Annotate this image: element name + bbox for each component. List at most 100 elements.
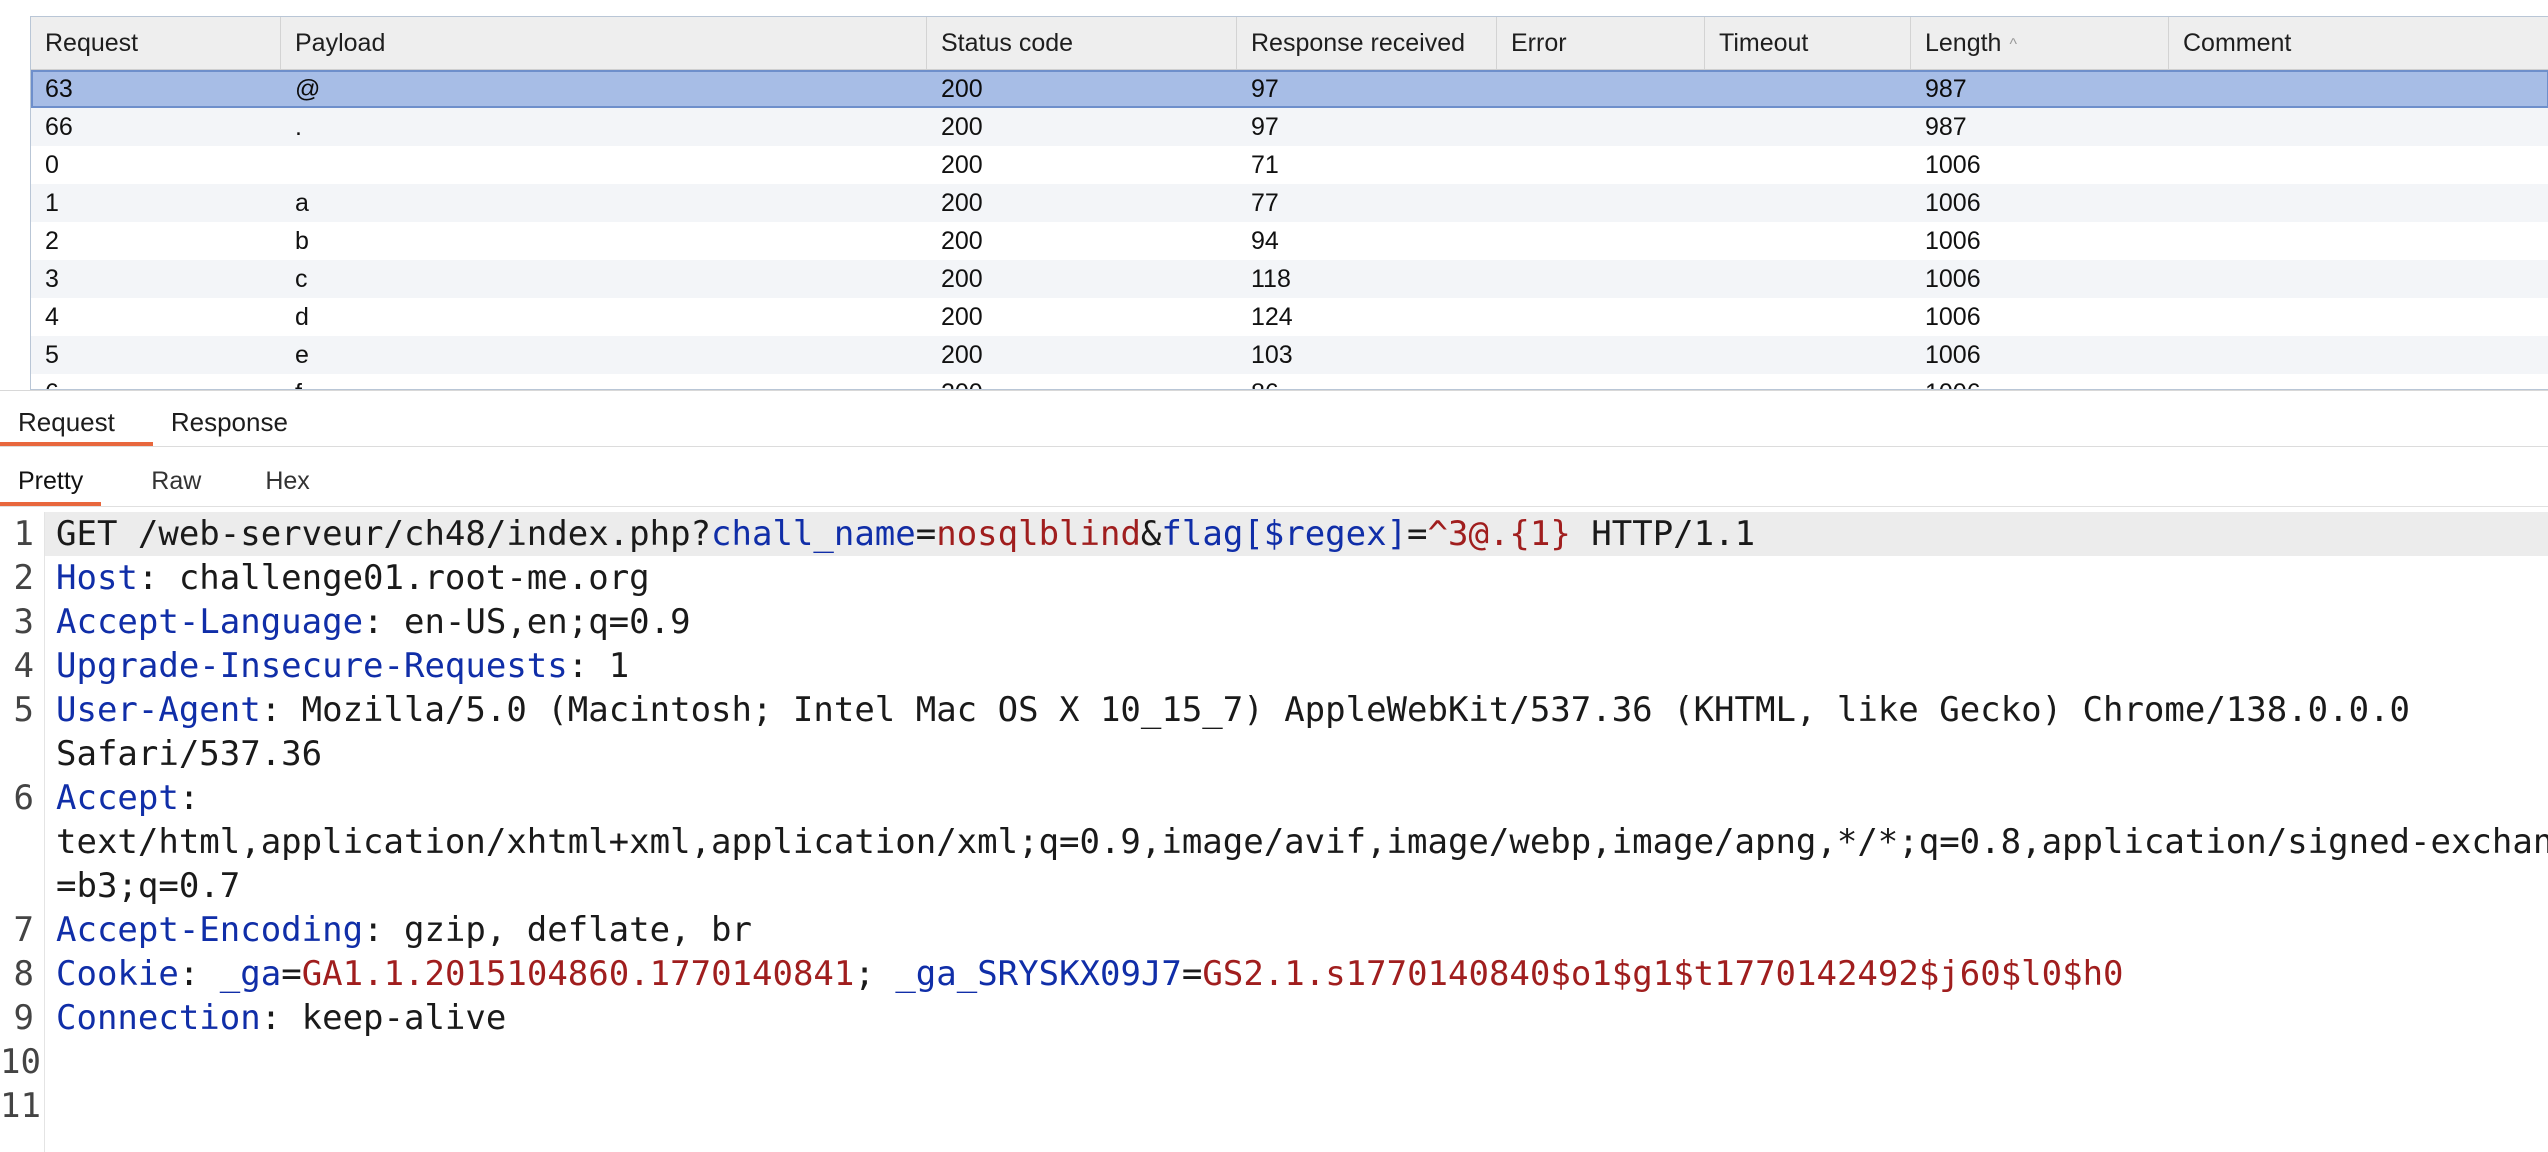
cell-status-code: 200 [941,113,983,141]
column-header-label: Status code [941,29,1074,57]
cell-comment [2169,298,2548,336]
column-header-request[interactable]: Request [31,17,281,69]
code-line[interactable]: Accept: [56,776,199,820]
token-text: = [915,514,937,554]
column-header-status-code[interactable]: Status code [927,17,1237,69]
cell-response-received: 71 [1251,151,1279,179]
line-number: 6 [13,778,34,818]
tab-raw[interactable]: Raw [133,456,219,506]
cell-status-code: 200 [941,303,983,331]
code-line[interactable]: Accept-Language: en-US,en;q=0.9 [56,600,691,644]
token-text: GET /web-serveur/ch48/index.php? [56,514,712,554]
code-line[interactable]: Cookie: _ga=GA1.1.2015104860.1770140841;… [56,952,2124,996]
cell-request: 0 [45,151,59,179]
cell-length: 1006 [1925,189,1981,217]
code-line[interactable]: Connection: keep-alive [56,996,506,1040]
column-header-response-received[interactable]: Response received [1237,17,1497,69]
cell-response-received: 86 [1237,374,1497,389]
table-row[interactable]: 4 d 200 124 1006 [31,298,2548,336]
cell-length: 1006 [1925,151,1981,179]
cell-payload: . [295,113,302,141]
table-row[interactable]: 6f20086 1006 [31,374,2548,389]
tab-pretty[interactable]: Pretty [0,456,102,506]
token-key: Cookie [56,954,179,994]
sort-ascending-icon: ^ [2009,36,2017,53]
line-number: 5 [13,690,34,730]
cell-comment [2169,108,2548,146]
cell-status-code: 200 [941,265,983,293]
token-value: ^3@.{1} [1427,514,1571,554]
token-key: Accept-Language [56,602,364,642]
code-line[interactable]: Upgrade-Insecure-Requests: 1 [56,644,629,688]
token-key: Connection [56,998,261,1038]
token-text: Safari/537.36 [56,734,323,774]
line-number: 10 [0,1042,41,1082]
token-value: GA1.1.2015104860.1770140841 [301,954,855,994]
token-key: chall_name [711,514,916,554]
table-row[interactable]: 2 b 200 94 1006 [31,222,2548,260]
message-tabs: Request Response [0,398,306,446]
cell-response-received: 118 [1251,265,1291,293]
token-value: GS2.1.s1770140840$o1$g1$t1770142492$j60$… [1202,954,2124,994]
cell-request: 66 [45,113,73,141]
cell-comment [2169,222,2548,260]
subtabs-divider [0,506,2548,507]
token-text: : keep-alive [260,998,507,1038]
line-number: 1 [13,514,34,554]
view-mode-tabs: Pretty Raw Hex [0,456,356,506]
intruder-results-table[interactable]: Request Payload Status code Response receiv… [30,16,2548,390]
cell-payload: e [295,341,309,369]
token-text: = [1181,954,1203,994]
tab-response[interactable]: Response [153,398,306,446]
table-row[interactable]: 3 c 200 118 1006 [31,260,2548,298]
table-row[interactable]: 66. 200 97 987 [31,108,2548,146]
cell-length: 1006 [1911,374,2169,389]
code-line[interactable]: text/html,application/xhtml+xml,applicat… [56,820,2548,864]
cell-payload: a [295,189,309,217]
token-text: = [1407,514,1428,554]
cell-payload: c [295,265,308,293]
line-number: 2 [13,558,34,598]
cell-timeout [1705,108,1911,146]
token-key: _ga_SRYSKX09J7 [895,954,1182,994]
cell-response-received: 103 [1251,341,1293,369]
table-row[interactable]: 5 e 200 103 1006 [31,336,2548,374]
cell-payload [281,146,927,184]
table-row[interactable]: 0 200 71 1006 [31,146,2548,184]
column-header-label: Payload [295,29,386,57]
column-header-payload[interactable]: Payload [281,17,927,69]
cell-timeout [1705,222,1911,260]
column-header-length[interactable]: Length ^ [1911,17,2169,69]
code-line[interactable]: GET /web-serveur/ch48/index.php?chall_na… [56,512,1755,556]
cell-comment [2169,146,2548,184]
column-header-error[interactable]: Error [1497,17,1705,69]
token-key: Host [56,558,138,598]
cell-timeout [1705,70,1911,108]
code-line[interactable]: Accept-Encoding: gzip, deflate, br [56,908,752,952]
table-row[interactable]: 63 @200 97 987 [31,70,2548,108]
tab-request[interactable]: Request [0,398,153,446]
token-text: : en-US,en;q=0.9 [363,602,691,642]
cell-request: 63 [45,75,73,103]
cell-request: 6 [31,374,281,389]
table-row[interactable]: 1 a 200 77 1006 [31,184,2548,222]
code-line[interactable]: Safari/537.36 [56,732,322,776]
cell-request: 3 [45,265,59,293]
cell-comment [2169,336,2548,374]
token-text: & [1140,514,1162,554]
code-line[interactable]: Host: challenge01.root-me.org [56,556,650,600]
cell-payload: d [295,303,309,331]
code-line[interactable]: User-Agent: Mozilla/5.0 (Macintosh; Inte… [56,688,2410,732]
token-text: =b3;q=0.7 [56,866,241,906]
cell-status-code: 200 [941,341,983,369]
cell-length: 987 [1925,113,1967,141]
cell-error [1497,260,1705,298]
request-editor[interactable]: 1 2 3 4 5 6 7 8 9 10 11 GET /web-serveur/ch48/inde… [0,512,2548,1152]
cell-length: 1006 [1925,265,1981,293]
token-text: : challenge01.root-me.org [137,558,650,598]
column-header-comment[interactable]: Comment [2169,17,2548,69]
tab-hex[interactable]: Hex [247,456,327,506]
panel-divider[interactable] [0,390,2548,391]
column-header-timeout[interactable]: Timeout [1705,17,1911,69]
code-line[interactable]: =b3;q=0.7 [56,864,240,908]
